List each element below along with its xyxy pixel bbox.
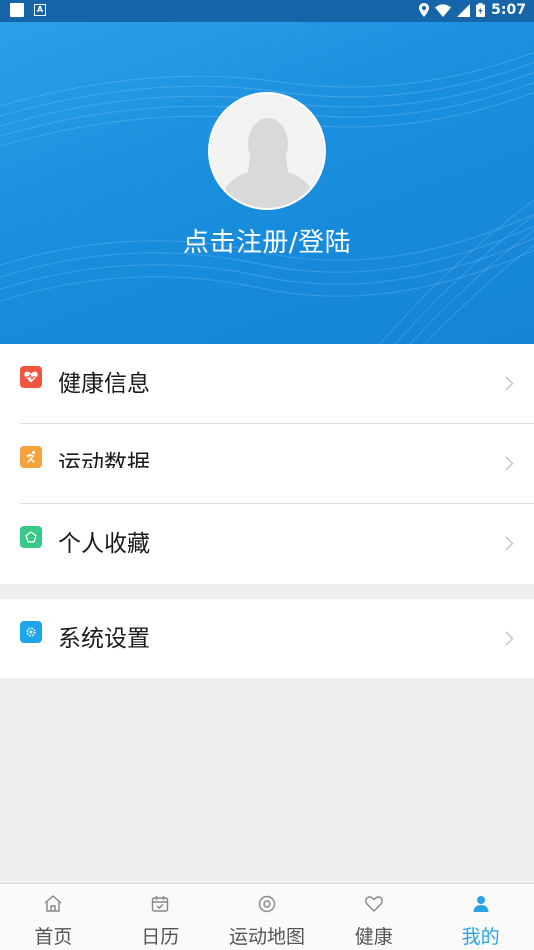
bottom-tab-bar: 首页 日历 运动地图 健康 我的 (0, 883, 534, 950)
heart-icon (364, 896, 383, 912)
menu-item-label: 运动数据 (58, 451, 150, 468)
location-icon (258, 895, 276, 913)
pentagon-icon (20, 526, 42, 548)
tab-calendar[interactable]: 日历 (107, 884, 214, 950)
chevron-right-icon (505, 456, 514, 471)
menu-item-label: 个人收藏 (58, 531, 150, 557)
chevron-right-icon (505, 376, 514, 391)
menu-item-label: 系统设置 (58, 626, 150, 652)
settings-card: 系统设置 (0, 599, 534, 678)
status-bar: A 5:07 (0, 0, 534, 22)
app-notification-icon: A (34, 4, 46, 16)
menu-item-favorites[interactable]: 个人收藏 (0, 504, 534, 584)
battery-icon (476, 3, 486, 17)
tab-label: 健康 (354, 926, 393, 948)
default-avatar-icon (216, 118, 320, 208)
user-icon (473, 896, 489, 912)
notification-icon (10, 3, 24, 17)
running-icon (20, 446, 42, 468)
location-status-icon (419, 3, 430, 17)
menu-list: 健康信息 运动数据 个人收藏 (0, 344, 534, 584)
status-time: 5:07 (491, 2, 526, 18)
wifi-icon (435, 3, 452, 17)
profile-header: 点击注册/登陆 (0, 22, 534, 344)
menu-item-health-info[interactable]: 健康信息 (0, 344, 534, 424)
tab-mine[interactable]: 我的 (427, 884, 534, 950)
chevron-right-icon (505, 536, 514, 551)
menu-item-settings[interactable]: 系统设置 (0, 599, 534, 679)
chevron-right-icon (505, 631, 514, 646)
tab-label: 运动地图 (228, 926, 305, 948)
calendar-icon (151, 896, 169, 912)
menu-item-label: 健康信息 (58, 371, 150, 397)
tab-health[interactable]: 健康 (320, 884, 427, 950)
tab-label: 我的 (461, 926, 500, 948)
menu-item-sports-data[interactable]: 运动数据 (0, 424, 534, 504)
gear-icon (20, 621, 42, 643)
tab-home[interactable]: 首页 (0, 884, 107, 950)
signal-icon (457, 3, 471, 17)
tab-label: 日历 (141, 926, 180, 948)
tab-label: 首页 (34, 926, 73, 948)
heart-pulse-icon (20, 366, 42, 388)
login-register-link[interactable]: 点击注册/登陆 (0, 222, 534, 259)
avatar[interactable] (208, 92, 326, 210)
tab-sports-map[interactable]: 运动地图 (214, 884, 321, 950)
home-icon (44, 895, 62, 912)
